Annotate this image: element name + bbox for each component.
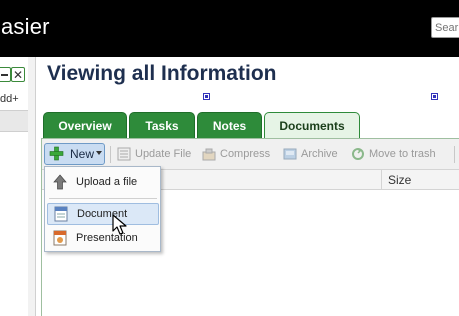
top-bar: asier	[0, 0, 459, 57]
tab-notes[interactable]: Notes	[197, 112, 262, 139]
panel-add-link[interactable]: dd+	[0, 93, 19, 105]
menu-item-label: Upload a file	[76, 176, 138, 188]
left-panel-splitter[interactable]	[28, 57, 36, 316]
column-header-size[interactable]: Size	[381, 170, 459, 190]
archive-label: Archive	[301, 148, 338, 160]
page-title: Viewing all Information	[47, 62, 277, 85]
new-dropdown-menu: Upload a file Document Presentation	[44, 166, 161, 252]
selection-handle[interactable]	[203, 93, 210, 100]
panel-list-row	[0, 110, 28, 132]
compress-button[interactable]: Compress	[202, 147, 270, 161]
menu-item-document[interactable]: Document	[47, 203, 159, 225]
menu-item-presentation[interactable]: Presentation	[47, 227, 159, 249]
tab-label: Documents	[279, 119, 345, 133]
new-button[interactable]: New	[44, 143, 105, 165]
toolbar-separator	[454, 146, 455, 163]
close-icon: ✕	[12, 67, 24, 82]
app-title: asier	[1, 14, 50, 39]
move-to-trash-button[interactable]: Move to trash	[351, 147, 436, 161]
menu-separator	[49, 198, 157, 199]
new-button-label: New	[70, 147, 95, 161]
menu-item-label: Presentation	[76, 232, 138, 244]
selection-handle[interactable]	[431, 93, 438, 100]
update-file-label: Update File	[135, 148, 192, 160]
compress-icon	[202, 148, 216, 161]
archive-button[interactable]: Archive	[283, 147, 338, 161]
mouse-cursor-icon	[112, 214, 127, 235]
chevron-down-icon	[96, 151, 102, 155]
tab-tasks[interactable]: Tasks	[129, 112, 195, 139]
tab-overview[interactable]: Overview	[43, 112, 127, 139]
update-file-button[interactable]: Update File	[117, 147, 191, 161]
minimize-icon	[0, 73, 8, 76]
upload-arrow-icon	[53, 174, 67, 190]
archive-icon	[283, 148, 297, 160]
menu-item-upload-file[interactable]: Upload a file	[47, 171, 159, 193]
tab-label: Overview	[58, 119, 112, 133]
plus-icon	[49, 146, 64, 161]
panel-close-button[interactable]: ✕	[11, 67, 25, 82]
tab-label: Tasks	[145, 119, 179, 133]
toolbar-separator	[110, 146, 111, 163]
presentation-icon	[53, 230, 67, 246]
document-icon	[54, 206, 68, 222]
panel-minimize-button[interactable]	[0, 67, 11, 82]
compress-label: Compress	[220, 148, 271, 160]
move-to-trash-label: Move to trash	[369, 148, 436, 160]
recycle-icon	[352, 148, 364, 160]
tab-bar: Overview Tasks Notes Documents	[43, 112, 459, 139]
tab-label: Notes	[212, 119, 247, 133]
list-icon	[117, 147, 131, 161]
app-window: asier ✕ dd+ Viewing all Information Over…	[0, 0, 459, 316]
tab-documents[interactable]: Documents	[264, 112, 360, 139]
search-input[interactable]	[431, 17, 459, 38]
